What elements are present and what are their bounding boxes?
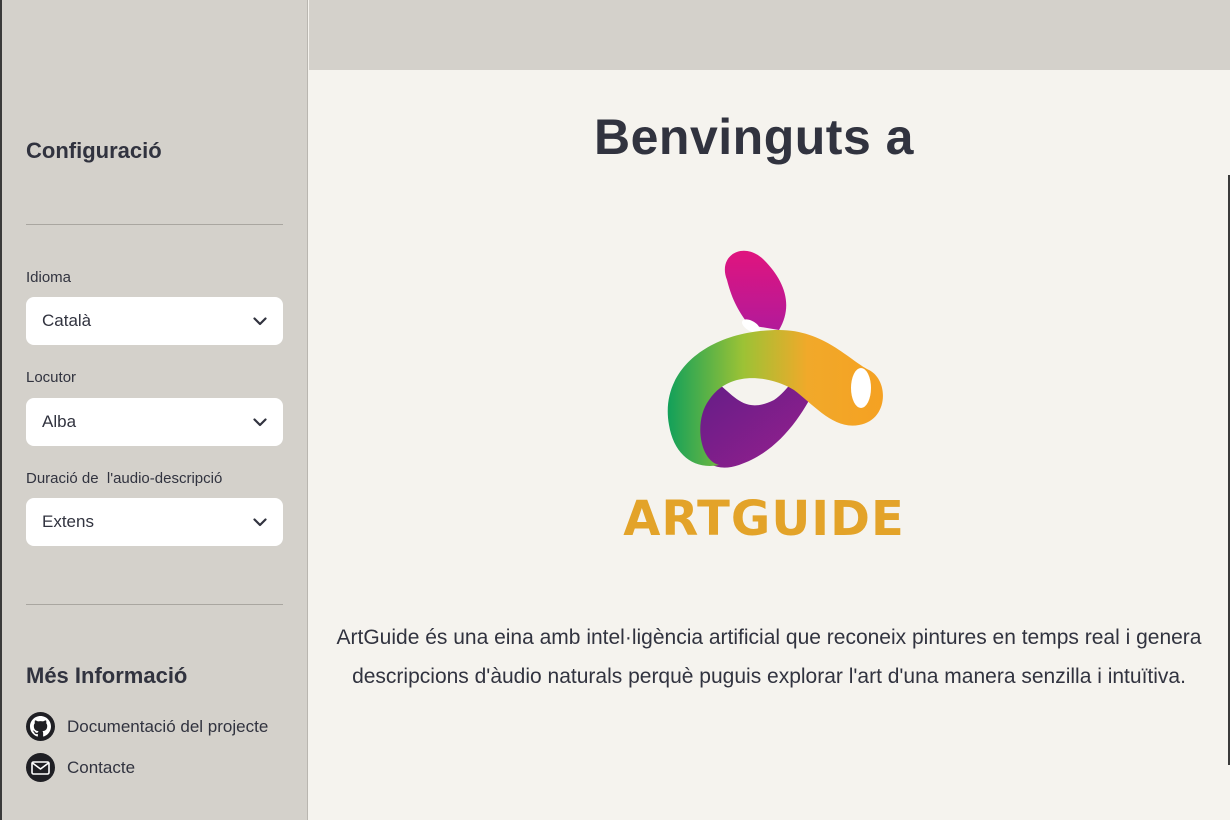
github-icon [26, 712, 55, 741]
chevron-down-icon [253, 515, 267, 529]
logo-wordmark: ARTGUIDE [623, 491, 905, 547]
sidebar: Configuració Idioma Català Locutor Alba … [2, 0, 308, 820]
speaker-label: Locutor [26, 369, 77, 386]
top-header-bar [309, 0, 1230, 70]
sidebar-divider [26, 224, 283, 225]
info-heading: Més Informació [26, 663, 188, 688]
docs-link[interactable]: Documentació del projecte [26, 712, 268, 741]
contact-link[interactable]: Contacte [26, 753, 135, 782]
intro-description: ArtGuide és una eina amb intel·ligència … [336, 626, 1202, 688]
contact-link-label: Contacte [67, 757, 136, 777]
speaker-select-value: Alba [42, 412, 77, 431]
language-select[interactable]: Català [26, 297, 283, 345]
language-label: Idioma [26, 269, 72, 286]
duration-select-value: Extens [42, 512, 94, 531]
duration-select[interactable]: Extens [26, 498, 283, 546]
duration-label: Duració de l'audio-descripció [26, 470, 223, 487]
page-title: Benvinguts a [594, 109, 914, 165]
config-heading: Configuració [26, 138, 162, 163]
chevron-down-icon [253, 415, 267, 429]
speaker-select[interactable]: Alba [26, 398, 283, 446]
language-select-value: Català [42, 311, 92, 330]
mail-icon [26, 753, 55, 782]
chevron-down-icon [253, 314, 267, 328]
docs-link-label: Documentació del projecte [67, 716, 269, 736]
artguide-logo: ARTGUIDE [599, 220, 929, 550]
main-content: Benvinguts a ARTGUIDE ArtGuide és una ei… [309, 70, 1230, 820]
sidebar-divider [26, 604, 283, 605]
